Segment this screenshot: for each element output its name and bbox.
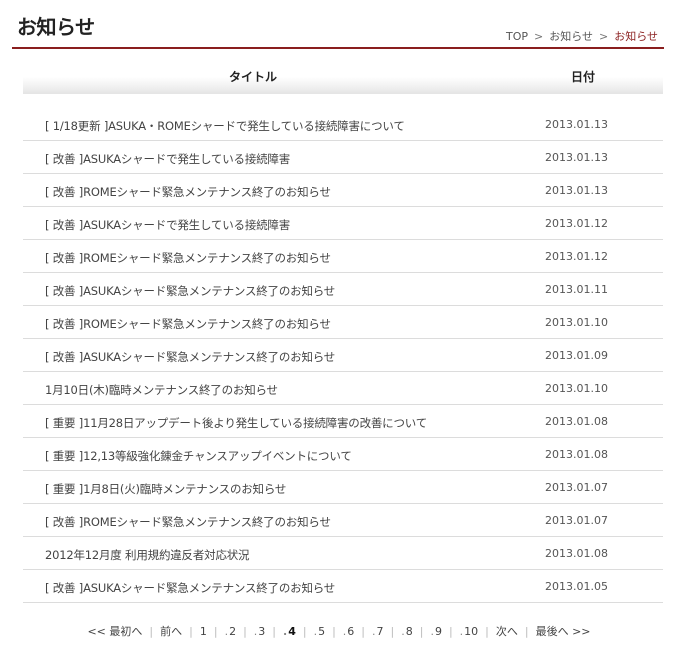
news-date: 2013.01.08 bbox=[545, 415, 608, 428]
breadcrumb-separator: > bbox=[599, 30, 609, 43]
pagination-dot: . bbox=[459, 625, 464, 638]
pagination-page-number: 8 bbox=[405, 625, 413, 638]
table-row[interactable]: [ 改善 ]ASUKAシャードで発生している接続障害 2013.01.12 bbox=[23, 207, 663, 240]
news-title-link[interactable]: 1月10日(木)臨時メンテナンス終了のお知らせ bbox=[45, 382, 278, 398]
news-date: 2013.01.08 bbox=[545, 448, 608, 461]
news-title-link[interactable]: [ 改善 ]ASUKAシャードで発生している接続障害 bbox=[45, 151, 290, 167]
pagination-page-number: 2 bbox=[229, 625, 237, 638]
pagination-dot: . bbox=[283, 625, 288, 638]
breadcrumb-current: お知らせ bbox=[614, 30, 658, 43]
news-title-link[interactable]: [ 改善 ]ROMEシャード緊急メンテナンス終了のお知らせ bbox=[45, 514, 331, 530]
title-divider bbox=[12, 47, 664, 49]
news-title-link[interactable]: [ 改善 ]ROMEシャード緊急メンテナンス終了のお知らせ bbox=[45, 316, 331, 332]
pagination-page-number: 5 bbox=[318, 625, 326, 638]
pagination-page-number: 9 bbox=[434, 625, 442, 638]
pagination-page-8[interactable]: .8 bbox=[394, 625, 420, 638]
pagination-last-button[interactable]: 最後へ >> bbox=[529, 625, 598, 638]
table-row[interactable]: [ 改善 ]ASUKAシャード緊急メンテナンス終了のお知らせ 2013.01.05 bbox=[23, 570, 663, 603]
pagination-page-5[interactable]: .5 bbox=[307, 625, 333, 638]
pagination-page-number: 10 bbox=[464, 625, 479, 638]
news-date: 2013.01.10 bbox=[545, 316, 608, 329]
pagination-page-2[interactable]: .2 bbox=[218, 625, 244, 638]
news-date: 2013.01.13 bbox=[545, 118, 608, 131]
news-date: 2013.01.12 bbox=[545, 250, 608, 263]
table-row[interactable]: 2012年12月度 利用規約違反者対応状況 2013.01.08 bbox=[23, 537, 663, 570]
news-date: 2013.01.13 bbox=[545, 151, 608, 164]
pagination-page-3[interactable]: .3 bbox=[247, 625, 273, 638]
pagination-dot: . bbox=[224, 625, 229, 638]
news-title-link[interactable]: [ 改善 ]ASUKAシャードで発生している接続障害 bbox=[45, 217, 290, 233]
page-title: お知らせ bbox=[17, 15, 95, 39]
news-list: [ 1/18更新 ]ASUKA・ROMEシャードで発生している接続障害について 2… bbox=[23, 108, 663, 603]
breadcrumb-news-link[interactable]: お知らせ bbox=[549, 30, 593, 43]
table-row[interactable]: 1月10日(木)臨時メンテナンス終了のお知らせ 2013.01.10 bbox=[23, 372, 663, 405]
pagination-page-4[interactable]: .4 bbox=[276, 625, 303, 638]
table-row[interactable]: [ 改善 ]ASUKAシャードで発生している接続障害 2013.01.13 bbox=[23, 141, 663, 174]
pagination-dot: . bbox=[253, 625, 258, 638]
table-header: タイトル 日付 bbox=[23, 56, 663, 94]
news-title-link[interactable]: [ 改善 ]ASUKAシャード緊急メンテナンス終了のお知らせ bbox=[45, 580, 335, 596]
pagination-page-6[interactable]: .6 bbox=[336, 625, 362, 638]
news-date: 2013.01.10 bbox=[545, 382, 608, 395]
news-date: 2013.01.09 bbox=[545, 349, 608, 362]
pagination-separator: | bbox=[213, 625, 218, 638]
pagination-dot: . bbox=[372, 625, 376, 638]
pagination-separator: | bbox=[302, 625, 307, 638]
pagination-page-number: 3 bbox=[258, 625, 266, 638]
pagination-page-7[interactable]: .7 bbox=[365, 625, 391, 638]
news-title-link[interactable]: [ 重要 ]12,13等級強化錬金チャンスアップイベントについて bbox=[45, 448, 352, 464]
news-title-link[interactable]: [ 1/18更新 ]ASUKA・ROMEシャードで発生している接続障害について bbox=[45, 118, 405, 134]
breadcrumb-top-link[interactable]: TOP bbox=[506, 30, 528, 43]
pagination-page-10[interactable]: .10 bbox=[453, 625, 486, 638]
news-title-link[interactable]: [ 改善 ]ROMEシャード緊急メンテナンス終了のお知らせ bbox=[45, 250, 331, 266]
table-row[interactable]: [ 改善 ]ROMEシャード緊急メンテナンス終了のお知らせ 2013.01.12 bbox=[23, 240, 663, 273]
news-title-link[interactable]: [ 改善 ]ROMEシャード緊急メンテナンス終了のお知らせ bbox=[45, 184, 331, 200]
table-row[interactable]: [ 重要 ]11月28日アップデート後より発生している接続障害の改善について 20… bbox=[23, 405, 663, 438]
pagination-dot: . bbox=[313, 625, 318, 638]
breadcrumb: TOP > お知らせ > お知らせ bbox=[506, 28, 658, 44]
pagination-page-number: 4 bbox=[288, 625, 296, 638]
pagination-dot: . bbox=[342, 625, 347, 638]
table-row[interactable]: [ 改善 ]ASUKAシャード緊急メンテナンス終了のお知らせ 2013.01.09 bbox=[23, 339, 663, 372]
table-row[interactable]: [ 改善 ]ROMEシャード緊急メンテナンス終了のお知らせ 2013.01.10 bbox=[23, 306, 663, 339]
table-row[interactable]: [ 改善 ]ROMEシャード緊急メンテナンス終了のお知らせ 2013.01.07 bbox=[23, 504, 663, 537]
news-date: 2013.01.11 bbox=[545, 283, 608, 296]
pagination-page-9[interactable]: .9 bbox=[423, 625, 449, 638]
news-date: 2013.01.12 bbox=[545, 217, 608, 230]
pagination-dot: . bbox=[401, 625, 405, 638]
news-title-link[interactable]: [ 重要 ]11月28日アップデート後より発生している接続障害の改善について bbox=[45, 415, 427, 431]
news-date: 2013.01.08 bbox=[545, 547, 608, 560]
table-row[interactable]: [ 改善 ]ROMEシャード緊急メンテナンス終了のお知らせ 2013.01.13 bbox=[23, 174, 663, 207]
news-date: 2013.01.05 bbox=[545, 580, 608, 593]
news-title-link[interactable]: [ 重要 ]1月8日(火)臨時メンテナンスのお知らせ bbox=[45, 481, 286, 497]
pagination-page-number: 7 bbox=[376, 625, 384, 638]
table-row[interactable]: [ 1/18更新 ]ASUKA・ROMEシャードで発生している接続障害について 2… bbox=[23, 108, 663, 141]
news-date: 2013.01.07 bbox=[545, 481, 608, 494]
table-row[interactable]: [ 改善 ]ASUKAシャード緊急メンテナンス終了のお知らせ 2013.01.11 bbox=[23, 273, 663, 306]
table-row[interactable]: [ 重要 ]12,13等級強化錬金チャンスアップイベントについて 2013.01.… bbox=[23, 438, 663, 471]
pagination-page-1[interactable]: 1 bbox=[193, 625, 214, 638]
pagination: << 最初へ | 前へ | 1 | .2 | .3 | .4 | .5 | .6 | .7 | .8 | .9 | .10 |… bbox=[0, 623, 678, 639]
pagination-next-button[interactable]: 次へ bbox=[489, 625, 525, 638]
table-row[interactable]: [ 重要 ]1月8日(火)臨時メンテナンスのお知らせ 2013.01.07 bbox=[23, 471, 663, 504]
column-header-title: タイトル bbox=[228, 70, 277, 84]
pagination-dot: . bbox=[430, 625, 434, 638]
pagination-prev-button[interactable]: 前へ bbox=[153, 625, 189, 638]
news-title-link[interactable]: 2012年12月度 利用規約違反者対応状況 bbox=[45, 547, 250, 563]
news-title-link[interactable]: [ 改善 ]ASUKAシャード緊急メンテナンス終了のお知らせ bbox=[45, 283, 335, 299]
news-date: 2013.01.13 bbox=[545, 184, 608, 197]
pagination-page-number: 6 bbox=[347, 625, 355, 638]
pagination-first-button[interactable]: << 最初へ bbox=[80, 625, 149, 638]
news-title-link[interactable]: [ 改善 ]ASUKAシャード緊急メンテナンス終了のお知らせ bbox=[45, 349, 335, 365]
breadcrumb-separator: > bbox=[534, 30, 544, 43]
news-date: 2013.01.07 bbox=[545, 514, 608, 527]
column-header-date: 日付 bbox=[570, 70, 595, 84]
